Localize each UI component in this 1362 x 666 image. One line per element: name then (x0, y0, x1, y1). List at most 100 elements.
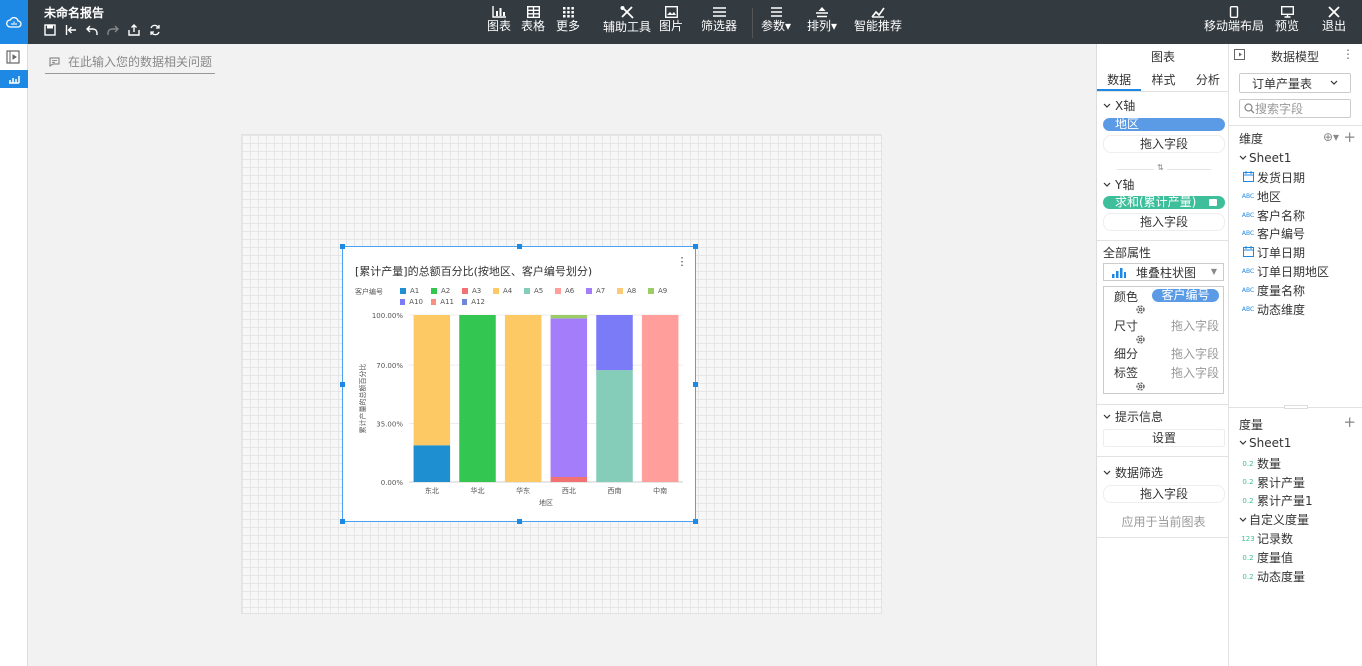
resize-handle-t[interactable] (517, 244, 522, 249)
y-axis-section[interactable]: Y轴 (1103, 176, 1134, 193)
add-measure-icon[interactable]: + (1343, 413, 1356, 431)
chart-type-select[interactable]: 堆叠柱状图 ▼ (1103, 263, 1224, 281)
color-field-pill[interactable]: 客户编号 (1152, 289, 1219, 302)
arrange-button[interactable]: 排列▾ (807, 6, 837, 33)
splitter-handle[interactable] (1284, 405, 1308, 409)
ask-question-input[interactable]: 在此输入您的数据相关问题 (45, 50, 215, 74)
chart-button[interactable]: 图表 (487, 6, 511, 33)
collapse-panel-icon[interactable] (1234, 49, 1245, 63)
detail-mark-label: 细分 (1114, 347, 1139, 361)
field-item[interactable]: ABC 度量名称 (1241, 282, 1305, 299)
dataset-select[interactable]: 订单产量表 (1239, 73, 1351, 93)
x-axis-label: X轴 (1115, 99, 1136, 113)
table-button[interactable]: 表格 (521, 6, 545, 33)
apply-current-chart-button[interactable]: 应用于当前图表 (1097, 513, 1230, 530)
resize-handle-bl[interactable] (340, 519, 345, 524)
tooltip-settings-button[interactable]: 设置 (1103, 429, 1225, 447)
field-item[interactable]: ABC 地区 (1241, 188, 1281, 205)
field-item[interactable]: ABC 动态维度 (1241, 301, 1305, 318)
aux-tools-button[interactable]: 辅助工具 (603, 6, 651, 34)
y-axis-drop-zone[interactable]: 拖入字段 (1103, 213, 1225, 231)
tab-data[interactable]: 数据 (1097, 68, 1142, 91)
x-axis-field-pill[interactable]: 地区 (1103, 118, 1225, 131)
field-item[interactable]: 0.2 数量 (1241, 455, 1281, 472)
field-item[interactable]: ABC 订单日期地区 (1241, 263, 1329, 280)
add-dimension-icon[interactable]: + (1343, 128, 1356, 146)
gear-icon[interactable] (1135, 381, 1146, 395)
size-drop-zone[interactable]: 拖入字段 (1171, 317, 1219, 334)
legend-item[interactable]: A12 (462, 298, 485, 306)
report-title[interactable]: 未命名报告 (44, 4, 104, 21)
y-tick-label: 0.00% (381, 479, 404, 487)
more-options-icon[interactable]: ⋮ (1342, 47, 1354, 61)
detail-drop-zone[interactable]: 拖入字段 (1171, 345, 1219, 362)
resize-handle-tl[interactable] (340, 244, 345, 249)
refresh-icon[interactable] (149, 24, 161, 36)
measure-sheet[interactable]: Sheet1 (1239, 436, 1291, 450)
widget-menu-icon[interactable]: ⋮ (675, 253, 689, 269)
more-button[interactable]: 更多 (556, 6, 580, 33)
resize-handle-b[interactable] (517, 519, 522, 524)
mobile-layout-button[interactable]: 移动端布局 (1204, 6, 1264, 33)
custom-measure-group[interactable]: 自定义度量 (1239, 511, 1309, 528)
app-logo-icon[interactable] (0, 0, 28, 44)
label-drop-zone[interactable]: 拖入字段 (1171, 364, 1219, 381)
field-item[interactable]: ABC 客户名称 (1241, 207, 1305, 224)
panel-toggle-icon[interactable] (6, 50, 20, 64)
data-filter-section[interactable]: 数据筛选 (1103, 464, 1163, 481)
share-icon[interactable] (128, 24, 140, 36)
field-search-input[interactable]: 搜索字段 (1239, 99, 1351, 118)
save-icon[interactable] (44, 24, 56, 36)
field-item[interactable]: 发货日期 (1241, 169, 1305, 186)
field-item[interactable]: 订单日期 (1241, 244, 1305, 261)
globe-add-icon[interactable]: ⊕▾ (1323, 130, 1339, 144)
legend-item[interactable]: A4 (493, 287, 516, 295)
legend-label: A1 (410, 287, 420, 295)
legend-item[interactable]: A6 (555, 287, 578, 295)
filter-drop-zone[interactable]: 拖入字段 (1103, 485, 1225, 503)
bar-segment (413, 445, 451, 482)
tools-icon (620, 6, 634, 19)
legend-item[interactable]: A2 (431, 287, 454, 295)
aux-tools-label: 辅助工具 (603, 20, 652, 34)
y-axis-field-pill[interactable]: 求和(累计产量) (1103, 196, 1225, 209)
field-item[interactable]: 0.2 累计产量1 (1241, 492, 1312, 509)
legend-item[interactable]: A5 (524, 287, 547, 295)
field-item[interactable]: 0.2 累计产量 (1241, 474, 1305, 491)
legend-item[interactable]: A8 (617, 287, 640, 295)
gear-icon[interactable] (1135, 304, 1146, 318)
x-axis-section[interactable]: X轴 (1103, 97, 1135, 114)
x-axis-drop-zone[interactable]: 拖入字段 (1103, 135, 1225, 153)
params-button[interactable]: 参数▾ (761, 6, 791, 33)
legend-item[interactable]: A7 (586, 287, 609, 295)
resize-handle-br[interactable] (693, 519, 698, 524)
resize-handle-tr[interactable] (693, 244, 698, 249)
legend-item[interactable]: A9 (648, 287, 671, 295)
field-item[interactable]: 0.2 动态度量 (1241, 568, 1305, 585)
legend-item[interactable]: A10 (400, 298, 423, 306)
dimension-sheet[interactable]: Sheet1 (1239, 151, 1291, 165)
preview-button[interactable]: 预览 (1275, 6, 1299, 33)
chart-widget[interactable]: [累计产量]的总额百分比(按地区、客户编号划分) ⋮ 客户编号 A1 A2 A3 A4… (340, 244, 698, 524)
legend-label: A7 (596, 287, 606, 295)
tooltip-section[interactable]: 提示信息 (1103, 408, 1163, 425)
measure-menu-icon[interactable] (1209, 199, 1217, 206)
swap-axes-icon[interactable]: ⇅ (1154, 163, 1167, 172)
field-item[interactable]: 123 记录数 (1241, 530, 1293, 547)
tab-style[interactable]: 样式 (1141, 68, 1185, 91)
redo-icon[interactable] (107, 24, 119, 36)
field-item[interactable]: 0.2 度量值 (1241, 549, 1293, 566)
legend-item[interactable]: A3 (462, 287, 485, 295)
ai-analysis-icon[interactable] (0, 70, 28, 88)
search-placeholder: 搜索字段 (1255, 102, 1304, 116)
legend-item[interactable]: A1 (400, 287, 423, 295)
legend-item[interactable]: A11 (431, 298, 454, 306)
undo-icon[interactable] (86, 24, 98, 36)
smart-recommend-button[interactable]: 智能推荐 (854, 6, 902, 33)
image-button[interactable]: 图片 (659, 6, 683, 33)
exit-button[interactable]: 退出 (1322, 6, 1346, 33)
tab-analysis[interactable]: 分析 (1186, 68, 1230, 91)
filter-button[interactable]: 筛选器 (701, 6, 737, 33)
back-to-start-icon[interactable] (65, 24, 77, 36)
field-item[interactable]: ABC 客户编号 (1241, 225, 1305, 242)
